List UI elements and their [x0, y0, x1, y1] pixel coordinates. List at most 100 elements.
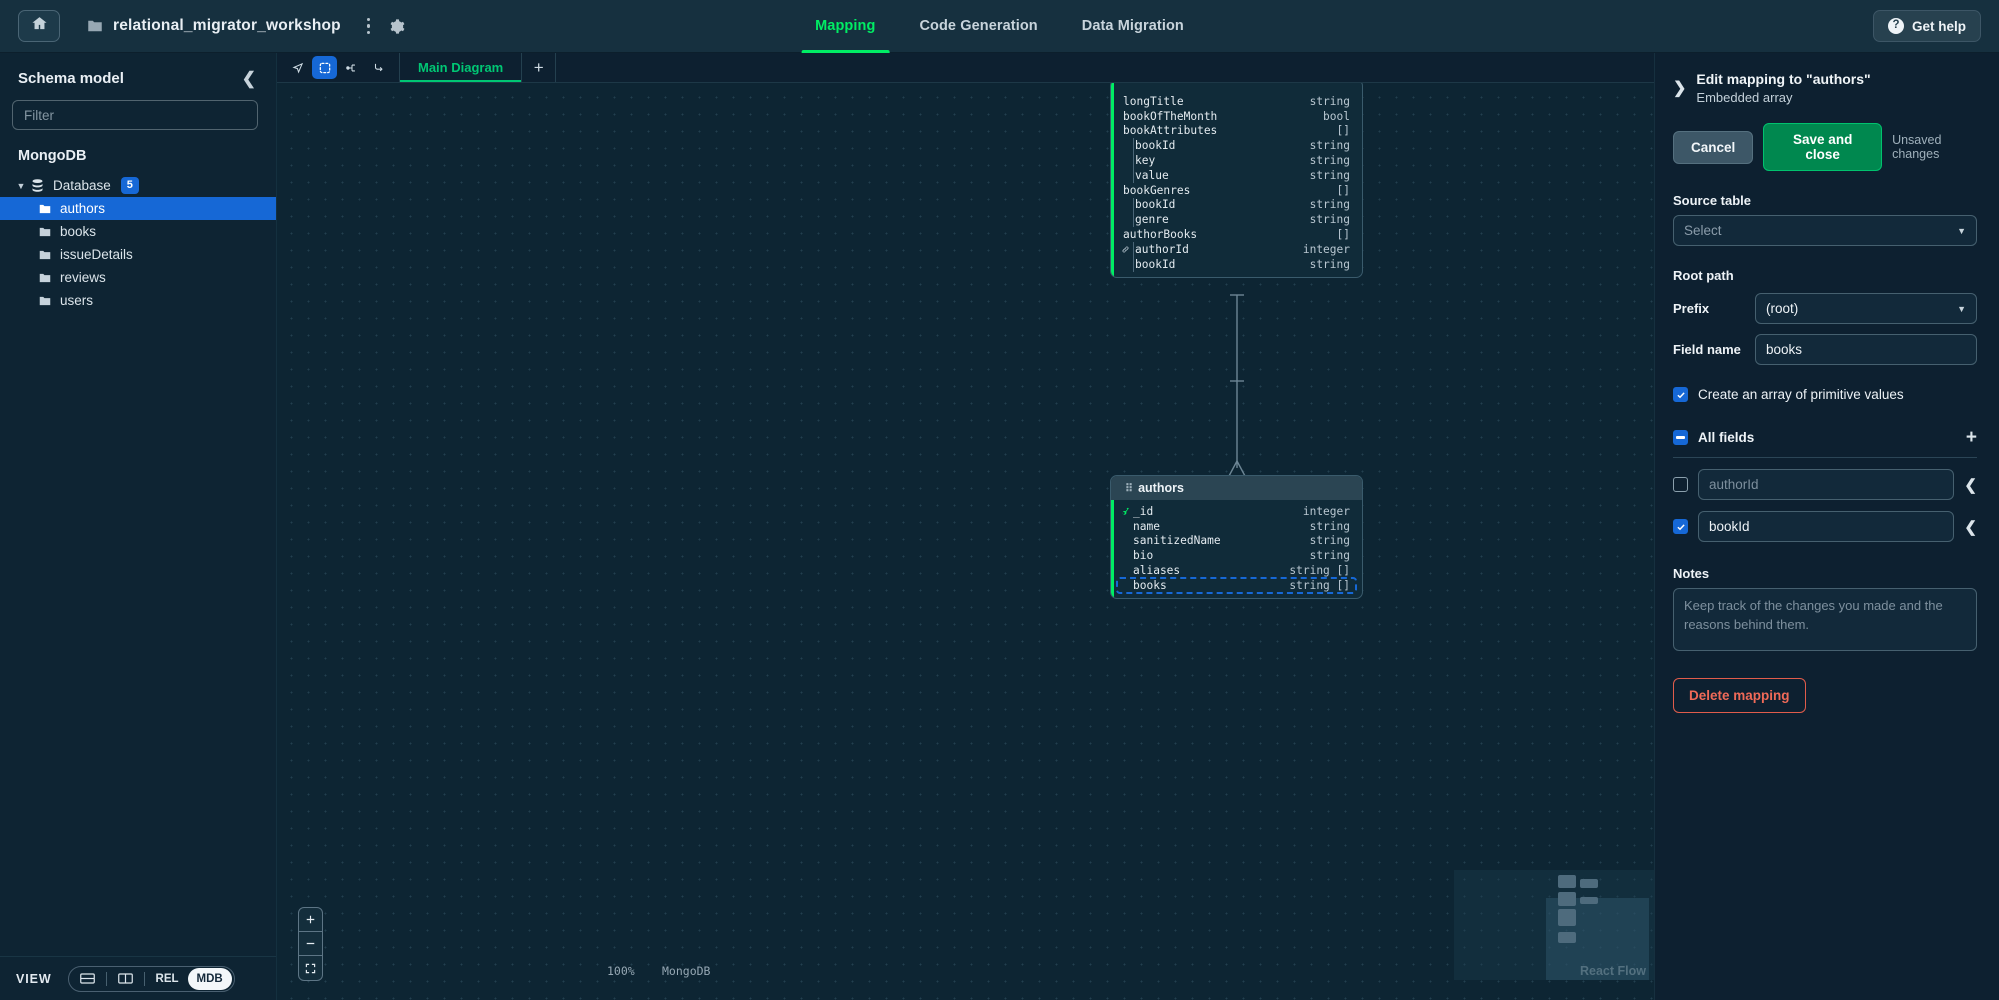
field-checkbox-bookid[interactable]: [1673, 519, 1688, 534]
zoom-out-button[interactable]: [299, 932, 322, 956]
canvas-area: Main Diagram + longTitle string bookOfTh…: [277, 53, 1654, 1000]
field-row[interactable]: name string: [1111, 519, 1362, 534]
add-relationship-tool[interactable]: [339, 56, 364, 79]
field-row[interactable]: bookAttributes []: [1111, 124, 1362, 139]
split-vertical-icon[interactable]: [109, 968, 142, 990]
primitive-values-checkbox[interactable]: [1673, 387, 1688, 402]
field-row[interactable]: value string: [1111, 167, 1362, 183]
field-row[interactable]: _id integer: [1111, 504, 1362, 519]
tree-row-database[interactable]: ▼ Database 5: [0, 174, 276, 197]
field-row[interactable]: authorId integer: [1111, 241, 1362, 257]
diagram-canvas[interactable]: longTitle string bookOfTheMonth bool boo…: [277, 83, 1654, 1000]
sidebar-item-authors[interactable]: authors: [0, 197, 276, 220]
field-name-row: Field name: [1673, 334, 1977, 365]
field-name-control: [1755, 334, 1977, 365]
minimap-node: [1558, 892, 1576, 906]
drag-handle-icon[interactable]: ⠿: [1125, 482, 1133, 495]
field-row[interactable]: bookId string: [1111, 138, 1362, 153]
marquee-select-tool[interactable]: [312, 56, 337, 79]
add-field-button[interactable]: +: [1966, 428, 1977, 447]
sidebar-item-users[interactable]: users: [0, 289, 276, 312]
field-row-selected[interactable]: books string []: [1116, 576, 1357, 594]
field-row[interactable]: bookGenres []: [1111, 183, 1362, 198]
link-icon: [1121, 245, 1131, 254]
field-type: string: [1309, 519, 1350, 533]
gear-icon[interactable]: [388, 18, 405, 35]
top-bar: relational_migrator_workshop Mapping Cod…: [0, 0, 1999, 53]
field-row[interactable]: genre string: [1111, 212, 1362, 227]
add-diagram-tab-button[interactable]: +: [522, 53, 557, 82]
delete-mapping-button[interactable]: Delete mapping: [1673, 678, 1806, 713]
primitive-values-checkbox-row[interactable]: Create an array of primitive values: [1673, 387, 1977, 402]
field-input-bookid[interactable]: [1698, 511, 1955, 542]
sidebar-group-label: MongoDB: [18, 148, 87, 164]
sidebar-item-label: users: [60, 293, 94, 308]
chevron-down-icon: ▼: [1957, 225, 1966, 236]
zoom-in-button[interactable]: [299, 908, 322, 932]
node-title-bar[interactable]: ⠿ authors: [1111, 476, 1362, 500]
field-row[interactable]: bookId string: [1111, 197, 1362, 213]
save-and-close-button[interactable]: Save and close: [1763, 123, 1883, 171]
edge-routing-tool[interactable]: [366, 56, 391, 79]
select-cursor-tool[interactable]: [285, 56, 310, 79]
panel-title: Edit mapping to "authors": [1696, 71, 1871, 87]
get-help-button[interactable]: ? Get help: [1872, 10, 1981, 42]
folder-icon: [38, 225, 52, 239]
source-table-select[interactable]: Select ▼: [1673, 215, 1977, 246]
panel-subtitle: Embedded array: [1696, 90, 1793, 105]
field-row[interactable]: authorBooks []: [1111, 227, 1362, 242]
minimap-node: [1558, 875, 1576, 888]
split-horizontal-icon[interactable]: [71, 968, 104, 990]
chevron-right-icon[interactable]: ❯: [1673, 78, 1686, 98]
sidebar-item-books[interactable]: books: [0, 220, 276, 243]
node-title: authors: [1138, 481, 1184, 495]
field-row[interactable]: key string: [1111, 153, 1362, 168]
more-vertical-icon[interactable]: [363, 14, 375, 39]
chevron-left-icon[interactable]: ❮: [1964, 518, 1977, 536]
field-row[interactable]: bio string: [1111, 548, 1362, 563]
view-mdb-button[interactable]: MDB: [187, 967, 232, 990]
app-root: relational_migrator_workshop Mapping Cod…: [0, 0, 1999, 1000]
field-row[interactable]: bookId string: [1111, 256, 1362, 272]
field-type: []: [1336, 124, 1350, 138]
diagram-node-books[interactable]: longTitle string bookOfTheMonth bool boo…: [1110, 83, 1363, 278]
chevron-down-icon[interactable]: ▼: [14, 181, 28, 191]
tab-data-migration[interactable]: Data Migration: [1060, 0, 1206, 53]
tab-code-generation[interactable]: Code Generation: [897, 0, 1059, 53]
all-fields-checkbox[interactable]: [1673, 430, 1688, 445]
field-name: bookId: [1135, 198, 1176, 212]
home-button[interactable]: [18, 10, 60, 42]
diagram-node-authors[interactable]: ⠿ authors _id integer name string saniti…: [1110, 475, 1363, 599]
tool-group: [277, 53, 400, 82]
field-checkbox-authorid[interactable]: [1673, 477, 1688, 492]
sidebar-item-issuedetails[interactable]: issueDetails: [0, 243, 276, 266]
field-row[interactable]: bookOfTheMonth bool: [1111, 109, 1362, 124]
diagram-tab-main[interactable]: Main Diagram: [400, 53, 523, 82]
field-type: string: [1309, 198, 1350, 212]
minimap[interactable]: React Flow: [1454, 870, 1654, 980]
chevron-left-icon[interactable]: ❮: [1964, 476, 1977, 494]
field-input-authorid[interactable]: [1698, 469, 1955, 500]
field-name-input[interactable]: [1755, 334, 1977, 365]
tab-mapping[interactable]: Mapping: [793, 0, 897, 53]
fit-view-button[interactable]: [299, 956, 322, 980]
key-icon: [1121, 507, 1131, 516]
view-toggle-group: REL MDB: [67, 965, 235, 992]
cancel-button[interactable]: Cancel: [1673, 130, 1754, 164]
field-row[interactable]: aliases string []: [1111, 563, 1362, 578]
filter-input[interactable]: [12, 100, 258, 130]
sidebar-item-reviews[interactable]: reviews: [0, 266, 276, 289]
field-row[interactable]: longTitle string: [1111, 94, 1362, 109]
divider: [105, 971, 107, 986]
project-name: relational_migrator_workshop: [113, 17, 341, 34]
field-type: string: [1309, 168, 1350, 182]
field-row[interactable]: sanitizedName string: [1111, 534, 1362, 549]
folder-icon: [38, 271, 52, 285]
chevron-left-icon[interactable]: ❮: [242, 70, 256, 87]
field-type: string: [1309, 257, 1350, 271]
database-label: Database: [53, 178, 111, 193]
view-rel-button[interactable]: REL: [147, 968, 188, 990]
notes-textarea[interactable]: [1673, 588, 1977, 651]
root-path-label: Root path: [1673, 268, 1734, 283]
prefix-select[interactable]: (root) ▼: [1755, 293, 1977, 324]
